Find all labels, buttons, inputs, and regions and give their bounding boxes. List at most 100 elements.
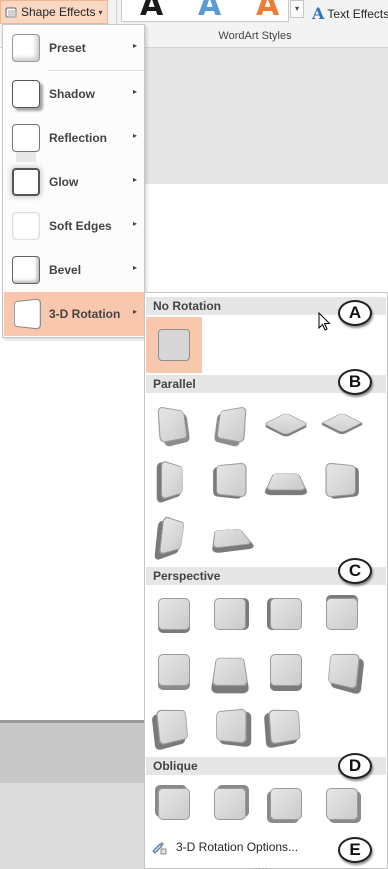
preset-perspective-3[interactable] (263, 589, 309, 639)
submenu-arrow-icon: ▸ (132, 175, 137, 184)
callout-b: B (338, 369, 372, 395)
preset-parallel-7[interactable] (263, 455, 309, 505)
preset-perspective-7[interactable] (263, 645, 309, 695)
preset-parallel-3[interactable] (263, 399, 309, 449)
document-area (144, 48, 388, 184)
preset-perspective-8[interactable] (319, 645, 365, 695)
menu-item-label: Bevel (49, 263, 82, 277)
menu-item-shadow[interactable]: Shadow ▸ (4, 72, 144, 116)
rotation-thumbnail (263, 412, 309, 436)
preset-parallel-1[interactable] (151, 399, 197, 449)
rotation-thumbnail (214, 598, 246, 630)
soft-edges-icon (12, 212, 40, 240)
preset-parallel-4[interactable] (319, 399, 365, 449)
preset-parallel-9[interactable] (151, 511, 197, 561)
no-rotation-thumbnail (158, 329, 190, 361)
rotation-thumbnail (214, 788, 246, 820)
rotation-thumbnail (270, 654, 302, 686)
rotation-thumbnail (158, 654, 190, 686)
rotation-thumbnail (161, 459, 183, 501)
menu-item-preset[interactable]: Preset ▸ (4, 26, 144, 70)
menu-item-label: Preset (49, 41, 86, 55)
rotation-thumbnail (327, 653, 361, 690)
menu-item-soft-edges[interactable]: Soft Edges ▸ (4, 204, 144, 248)
rotation-thumbnail (212, 528, 253, 549)
text-effects-icon: A (312, 4, 325, 23)
callout-c: C (338, 558, 372, 584)
reflection-icon (12, 124, 40, 152)
preset-parallel-8[interactable] (319, 455, 365, 505)
text-effects-button[interactable]: A Text Effects (312, 4, 388, 23)
text-effects-label: Text Effects (327, 6, 388, 21)
menu-item-reflection[interactable]: Reflection ▸ (4, 116, 144, 160)
rotation-thumbnail (157, 406, 188, 444)
menu-item-label: Glow (49, 175, 79, 189)
rotation-thumbnail (216, 462, 247, 498)
rotation-thumbnail (155, 709, 189, 746)
preset-perspective-11[interactable] (263, 701, 309, 751)
shape-effects-icon (5, 7, 17, 18)
rotation-thumbnail (270, 598, 302, 630)
gallery-more-button[interactable]: ▾ (290, 0, 304, 18)
mouse-pointer-icon (318, 312, 331, 331)
submenu-arrow-icon: ▸ (132, 41, 137, 50)
rotation-thumbnail (158, 788, 190, 820)
wordart-style-1[interactable]: A (140, 0, 163, 21)
preset-oblique-3[interactable] (263, 779, 309, 829)
preset-oblique-1[interactable] (151, 779, 197, 829)
menu-item-3d-rotation[interactable]: 3-D Rotation ▸ (4, 292, 144, 336)
wordart-styles-gallery[interactable]: A A A (121, 0, 289, 22)
rotation-thumbnail (216, 708, 247, 744)
preset-oblique-2[interactable] (207, 779, 253, 829)
menu-item-label: Shadow (49, 87, 96, 101)
bevel-icon (12, 256, 40, 284)
menu-item-glow[interactable]: Glow ▸ (4, 160, 144, 204)
preset-perspective-1[interactable] (151, 589, 197, 639)
rotation-thumbnail (211, 657, 249, 686)
preset-perspective-2[interactable] (207, 589, 253, 639)
rotation-thumbnail (270, 788, 302, 820)
menu-item-label: Soft Edges (49, 219, 112, 233)
wordart-style-3[interactable]: A (256, 0, 279, 21)
wordart-styles-group-label: WordArt Styles (218, 30, 292, 42)
preset-perspective-4[interactable] (319, 589, 365, 639)
glow-icon (12, 168, 40, 196)
shape-effects-menu: Preset ▸ Shadow ▸ Reflection ▸ Glow ▸ So… (2, 24, 145, 338)
shadow-icon (12, 80, 40, 108)
preset-no-rotation[interactable] (146, 317, 202, 373)
document-area-lower (0, 720, 146, 869)
submenu-arrow-icon: ▸ (132, 131, 137, 140)
menu-item-bevel[interactable]: Bevel ▸ (4, 248, 144, 292)
menu-separator (47, 70, 144, 71)
preset-parallel-10[interactable] (207, 511, 253, 561)
preset-perspective-10[interactable] (207, 701, 253, 751)
preset-perspective-6[interactable] (207, 645, 253, 695)
wordart-style-2[interactable]: A (198, 0, 221, 21)
preset-parallel-5[interactable] (151, 455, 197, 505)
preset-parallel-6[interactable] (207, 455, 253, 505)
rotation-thumbnail (326, 788, 358, 820)
callout-a: A (338, 300, 372, 326)
rotation-thumbnail (158, 598, 190, 630)
rotation-thumbnail (326, 598, 358, 630)
preset-perspective-5[interactable] (151, 645, 197, 695)
rotation-thumbnail (319, 412, 365, 436)
preset-oblique-4[interactable] (319, 779, 365, 829)
submenu-arrow-icon: ▸ (132, 263, 137, 272)
rotation-thumbnail (265, 473, 307, 491)
menu-item-label: Reflection (49, 131, 108, 145)
preset-icon (12, 34, 40, 62)
callout-e: E (338, 837, 372, 863)
shape-effects-button[interactable]: Shape Effects ▾ (0, 0, 108, 24)
preset-parallel-2[interactable] (207, 399, 253, 449)
rotation-thumbnail (158, 515, 185, 556)
format-shape-icon (152, 842, 167, 855)
preset-perspective-9[interactable] (151, 701, 197, 751)
menu-item-label: 3-D Rotation (49, 307, 121, 321)
callout-d: D (338, 753, 372, 779)
resize-grip[interactable]: .... (255, 861, 269, 869)
3d-rotation-options-label: 3-D Rotation Options... (176, 840, 299, 854)
rotation-thumbnail (268, 709, 301, 745)
submenu-arrow-icon: ▸ (132, 307, 137, 316)
submenu-arrow-icon: ▸ (132, 87, 137, 96)
